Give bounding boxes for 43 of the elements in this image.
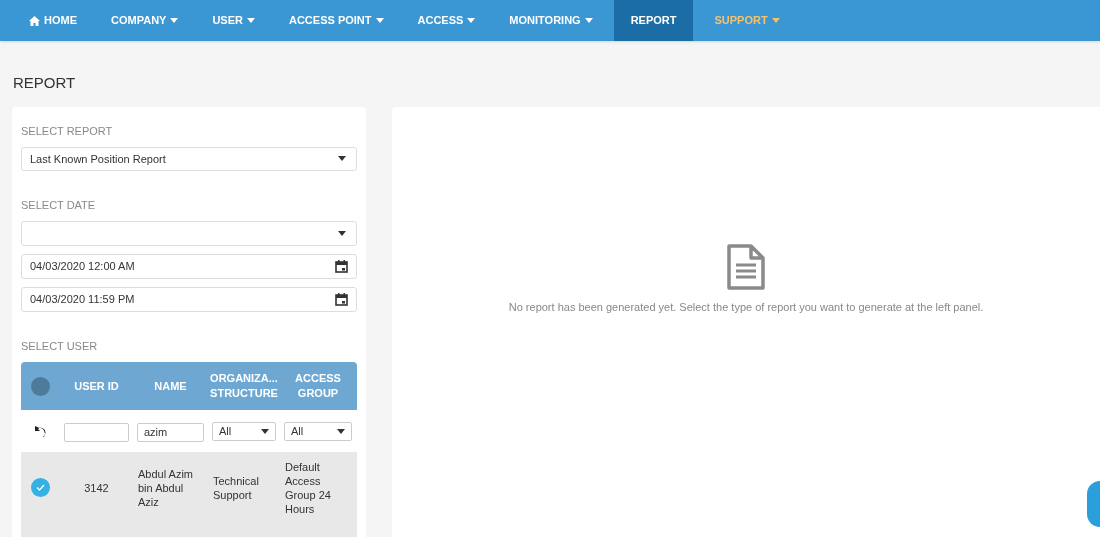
section-label: SELECT DATE: [21, 198, 97, 214]
filter-field[interactable]: azim: [137, 422, 204, 442]
date-field[interactable]: 04/03/2020 11:59 PM: [21, 286, 357, 312]
caret-icon: [261, 428, 269, 434]
nav-item[interactable]: REPORT: [613, 0, 694, 41]
page-title: REPORT: [13, 74, 76, 91]
undo-icon[interactable]: [33, 425, 48, 437]
column-header[interactable]: ORGANIZA... STRUCTURE: [208, 371, 280, 401]
check-icon: [36, 484, 45, 491]
floating-action-button[interactable]: [1087, 481, 1100, 527]
empty-report-message: No report has been generated yet. Select the type of report you want to generate at the left panel.: [508, 300, 984, 315]
table-cell-text: 3142: [83, 480, 110, 495]
nav-item[interactable]: ACCESS: [400, 0, 493, 41]
row-checkbox[interactable]: [31, 478, 50, 497]
document-icon: [726, 243, 766, 291]
section-label: SELECT USER: [21, 338, 99, 354]
select-all-checkbox[interactable]: [31, 376, 50, 396]
date-field[interactable]: 04/03/2020 12:00 AM: [21, 253, 357, 279]
column-header[interactable]: USER ID: [60, 378, 133, 394]
filter-select[interactable]: All: [284, 421, 352, 441]
report-select[interactable]: Last Known Position Report: [21, 146, 357, 172]
home-icon: [29, 15, 40, 26]
calendar-icon: [335, 292, 348, 306]
nav-item[interactable]: HOME: [12, 0, 94, 41]
nav-item[interactable]: SUPPORT: [697, 0, 797, 41]
nav-item[interactable]: COMPANY: [94, 0, 196, 41]
section-label: SELECT REPORT: [21, 124, 114, 139]
table-cell-text: Technical Support: [212, 473, 260, 502]
caret-icon: [338, 156, 346, 162]
filter-field[interactable]: [64, 422, 129, 442]
table-cell-text: Default Access Group 24 Hours: [284, 459, 332, 516]
caret-icon: [338, 230, 346, 236]
caret-icon: [337, 428, 345, 434]
nav-item[interactable]: ACCESS POINT: [272, 0, 401, 41]
calendar-icon: [335, 259, 348, 273]
nav-item[interactable]: MONITORING: [492, 0, 610, 41]
date-range-select[interactable]: [21, 220, 357, 246]
table-row[interactable]: 3142 Abdul Azim bin Abdul Aziz Technical Support Default Access Group 24 Hours: [21, 452, 357, 523]
table-cell-text: Abdul Azim bin Abdul Aziz: [137, 466, 195, 509]
nav-item[interactable]: USER: [195, 0, 272, 41]
column-header[interactable]: ACCESS GROUP: [280, 371, 356, 401]
filter-select[interactable]: All: [212, 421, 276, 441]
column-header[interactable]: NAME: [133, 378, 208, 394]
